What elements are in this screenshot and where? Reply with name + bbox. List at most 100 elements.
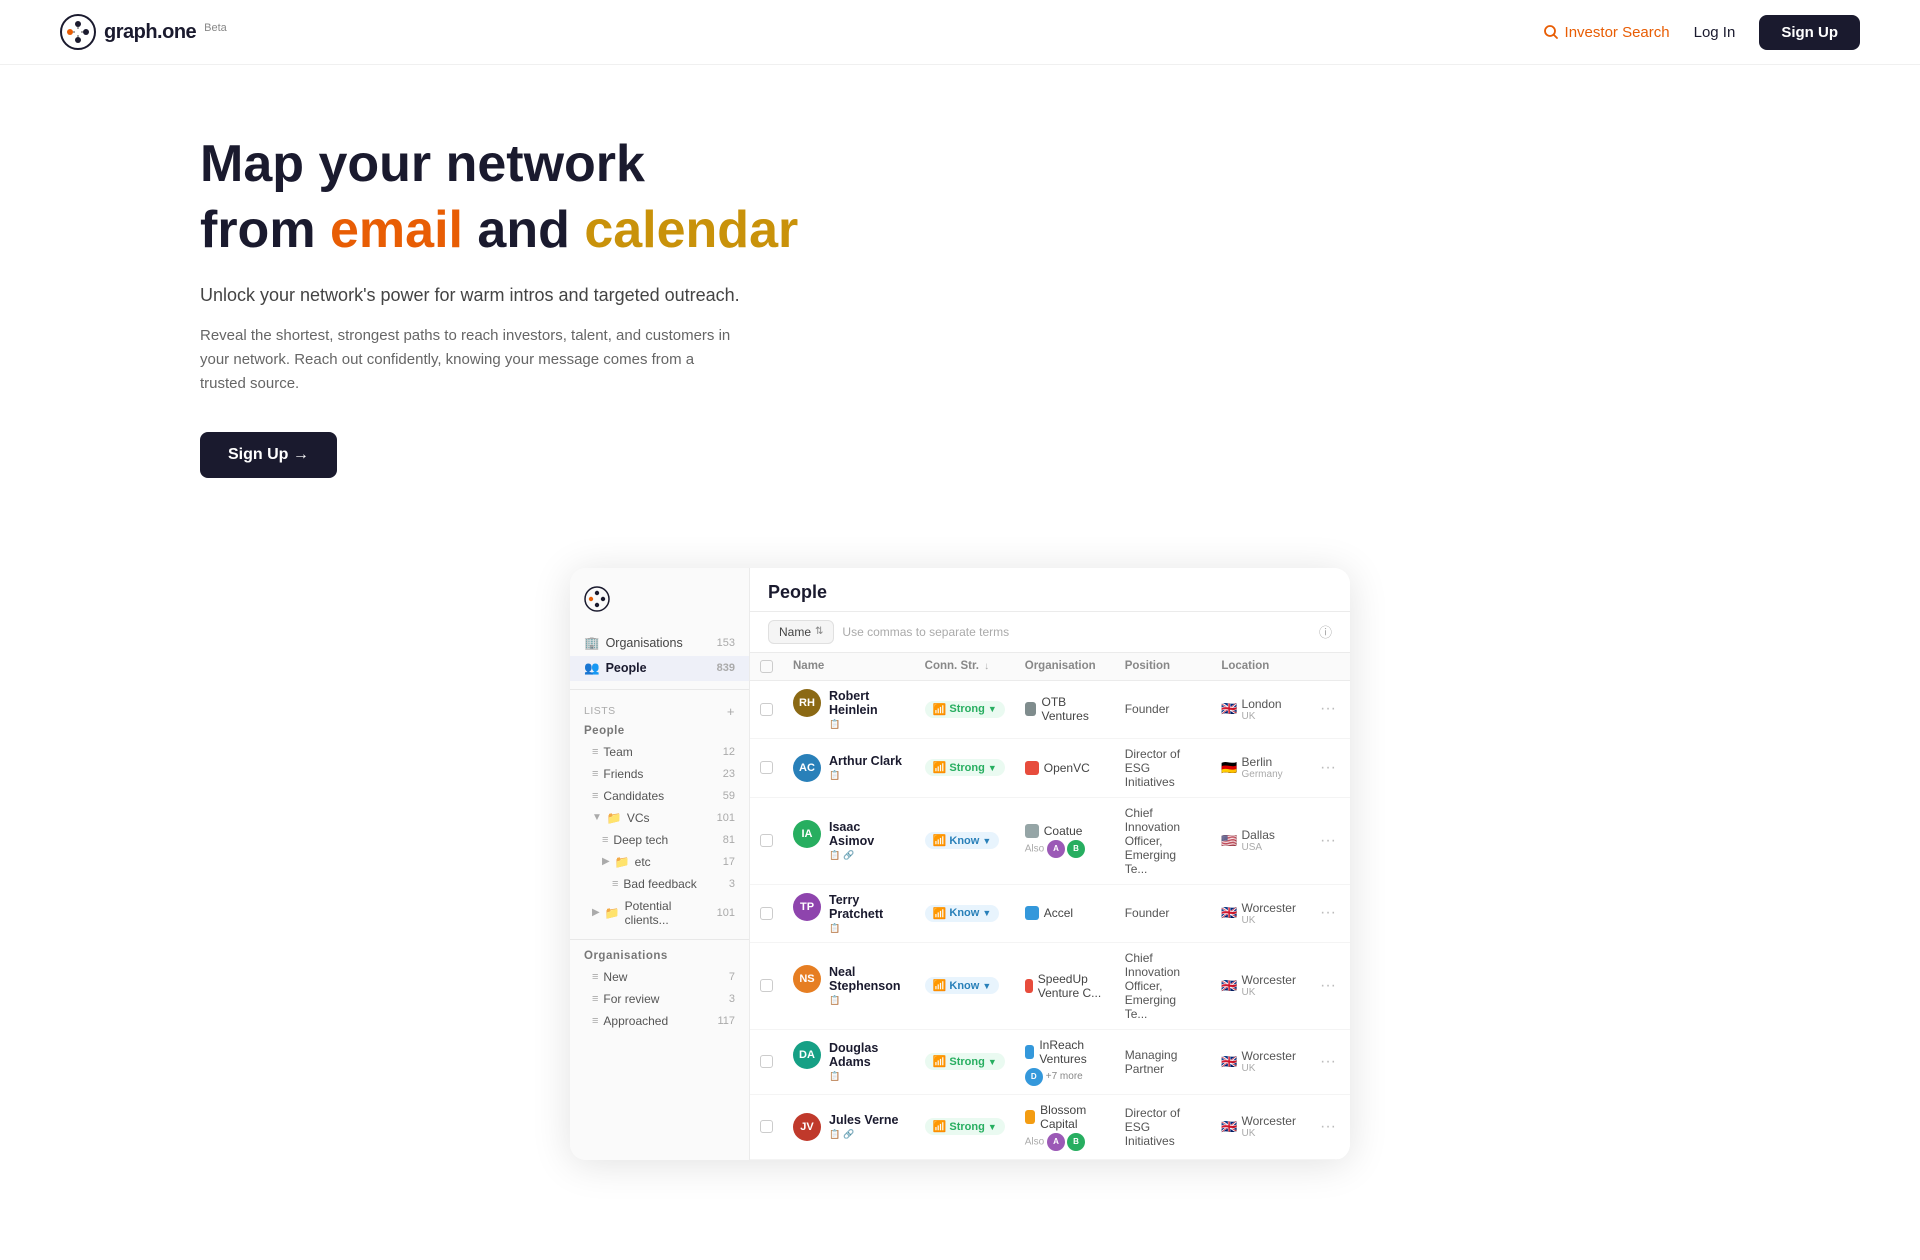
person-name: Jules Verne <box>829 1113 899 1127</box>
bar-chart-icon: 📶 <box>933 703 947 716</box>
row-checkbox[interactable] <box>760 979 773 992</box>
row-checkbox[interactable] <box>760 834 773 847</box>
list-item-team[interactable]: ≡ Team 12 <box>570 741 749 763</box>
person-icon2: 🔗 <box>843 1129 854 1140</box>
more-options-button[interactable]: ··· <box>1316 977 1340 995</box>
org-name: SpeedUp Venture C... <box>1038 972 1105 1000</box>
list-item-badfeedback[interactable]: ≡ Bad feedback 3 <box>570 873 749 895</box>
conn-badge-know[interactable]: 📶Know ▼ <box>925 977 1000 994</box>
list-item-deeptech[interactable]: ≡ Deep tech 81 <box>570 829 749 851</box>
list-icon-deeptech: ≡ <box>602 834 608 846</box>
org-icon <box>1025 824 1039 838</box>
city-name: Worcester <box>1242 1114 1296 1128</box>
list-item-etc[interactable]: ▶ 📁 etc 17 <box>570 851 749 873</box>
login-link[interactable]: Log In <box>1694 24 1736 41</box>
row-checkbox[interactable] <box>760 1055 773 1068</box>
person-sub-icons: 📋 <box>829 719 905 730</box>
conn-badge-strong[interactable]: 📶Strong ▼ <box>925 1118 1005 1135</box>
person-icon1: 📋 <box>829 719 840 730</box>
col-org[interactable]: Organisation <box>1015 653 1115 681</box>
conn-badge-know[interactable]: 📶Know ▼ <box>925 905 1000 922</box>
flag-icon: 🇬🇧 <box>1221 978 1237 994</box>
conn-badge-strong[interactable]: 📶Strong ▼ <box>925 701 1005 718</box>
investor-search-link[interactable]: Investor Search <box>1543 24 1670 41</box>
row-checkbox[interactable] <box>760 761 773 774</box>
nav-right: Investor Search Log In Sign Up <box>1543 15 1860 50</box>
bar-chart-icon: 📶 <box>933 761 947 774</box>
conn-badge-strong[interactable]: 📶Strong ▼ <box>925 759 1005 776</box>
more-options-button[interactable]: ··· <box>1316 1053 1340 1071</box>
list-item-friends[interactable]: ≡ Friends 23 <box>570 763 749 785</box>
people-label: People <box>606 661 647 675</box>
signup-button[interactable]: Sign Up <box>1759 15 1860 50</box>
lists-add-icon[interactable]: + <box>727 704 735 719</box>
filter-row: Name ⇅ Use commas to separate terms ⓘ <box>750 612 1350 653</box>
bar-chart-icon: 📶 <box>933 907 947 920</box>
logo-area: graph.one Beta <box>60 14 227 50</box>
hero-calendar-text: calendar <box>584 201 798 259</box>
sidebar-item-organisations[interactable]: 🏢 Organisations 153 <box>570 631 749 656</box>
city-name: Berlin <box>1242 755 1283 769</box>
row-checkbox[interactable] <box>760 907 773 920</box>
list-item-new[interactable]: ≡ New 7 <box>570 966 749 988</box>
hero-email-text: email <box>330 201 463 259</box>
position-cell: Director of ESG Initiatives <box>1115 1094 1212 1159</box>
table-row: JV Jules Verne 📋 🔗 📶Strong ▼Blossom Capi… <box>750 1094 1350 1159</box>
flag-icon: 🇬🇧 <box>1221 701 1237 717</box>
flag-icon: 🇬🇧 <box>1221 1119 1237 1135</box>
more-options-button[interactable]: ··· <box>1316 832 1340 850</box>
person-sub-icons: 📋 🔗 <box>829 850 905 861</box>
more-options-button[interactable]: ··· <box>1316 759 1340 777</box>
list-item-approached[interactable]: ≡ Approached 117 <box>570 1010 749 1032</box>
more-options-button[interactable]: ··· <box>1316 700 1340 718</box>
people-icon: 👥 <box>584 661 600 676</box>
hero-title-line1: Map your network <box>200 135 1860 195</box>
col-name[interactable]: Name <box>783 653 915 681</box>
list-item-vcs[interactable]: ▼ 📁 VCs 101 <box>570 807 749 829</box>
list-icon-approached: ≡ <box>592 1015 598 1027</box>
avatar: RH <box>793 689 821 717</box>
col-location[interactable]: Location <box>1211 653 1306 681</box>
org-name: Coatue <box>1044 824 1083 838</box>
flag-icon: 🇺🇸 <box>1221 833 1237 849</box>
position-cell: Chief Innovation Officer, Emerging Te... <box>1115 797 1212 884</box>
search-icon <box>1543 24 1559 40</box>
conn-badge-strong[interactable]: 📶Strong ▼ <box>925 1053 1005 1070</box>
col-checkbox <box>750 653 783 681</box>
filter-placeholder[interactable]: Use commas to separate terms <box>842 625 1311 639</box>
row-checkbox[interactable] <box>760 703 773 716</box>
folder-icon-vcs: 📁 <box>607 811 622 825</box>
also-label: Also AB <box>1025 1133 1105 1151</box>
hero-title-line2: from email and calendar <box>200 201 1860 261</box>
person-name-cell: NS Neal Stephenson 📋 <box>793 965 905 1006</box>
list-item-candidates[interactable]: ≡ Candidates 59 <box>570 785 749 807</box>
conn-badge-know[interactable]: 📶Know ▼ <box>925 832 1000 849</box>
country-name: UK <box>1242 1063 1296 1074</box>
col-actions <box>1306 653 1350 681</box>
hero-cta-button[interactable]: Sign Up → <box>200 432 337 478</box>
filter-name-chip[interactable]: Name ⇅ <box>768 620 834 644</box>
person-name-cell: TP Terry Pratchett 📋 <box>793 893 905 934</box>
extra-avatar: D <box>1025 1068 1043 1086</box>
list-icon-forreview: ≡ <box>592 993 598 1005</box>
avatar: IA <box>793 820 821 848</box>
potclients-collapse-icon: ▶ <box>592 907 600 918</box>
more-options-button[interactable]: ··· <box>1316 904 1340 922</box>
col-position[interactable]: Position <box>1115 653 1212 681</box>
bar-chart-icon: 📶 <box>933 979 947 992</box>
person-sub-icons: 📋 <box>829 995 905 1006</box>
person-name-cell: RH Robert Heinlein 📋 <box>793 689 905 730</box>
row-checkbox[interactable] <box>760 1120 773 1133</box>
extra-label: +7 more <box>1046 1071 1083 1082</box>
position-cell: Director of ESG Initiatives <box>1115 738 1212 797</box>
location-cell: 🇬🇧LondonUK <box>1221 697 1296 722</box>
position-cell: Founder <box>1115 680 1212 738</box>
sidebar-item-people[interactable]: 👥 People 839 <box>570 656 749 681</box>
org-icon <box>1025 761 1039 775</box>
list-item-potentialclients[interactable]: ▶ 📁 Potential clients... 101 <box>570 895 749 931</box>
more-options-button[interactable]: ··· <box>1316 1118 1340 1136</box>
hero-and-text: and <box>463 201 584 259</box>
list-item-forreview[interactable]: ≡ For review 3 <box>570 988 749 1010</box>
location-cell: 🇬🇧WorcesterUK <box>1221 1114 1296 1139</box>
col-connstr[interactable]: Conn. Str. ↓ <box>915 653 1015 681</box>
